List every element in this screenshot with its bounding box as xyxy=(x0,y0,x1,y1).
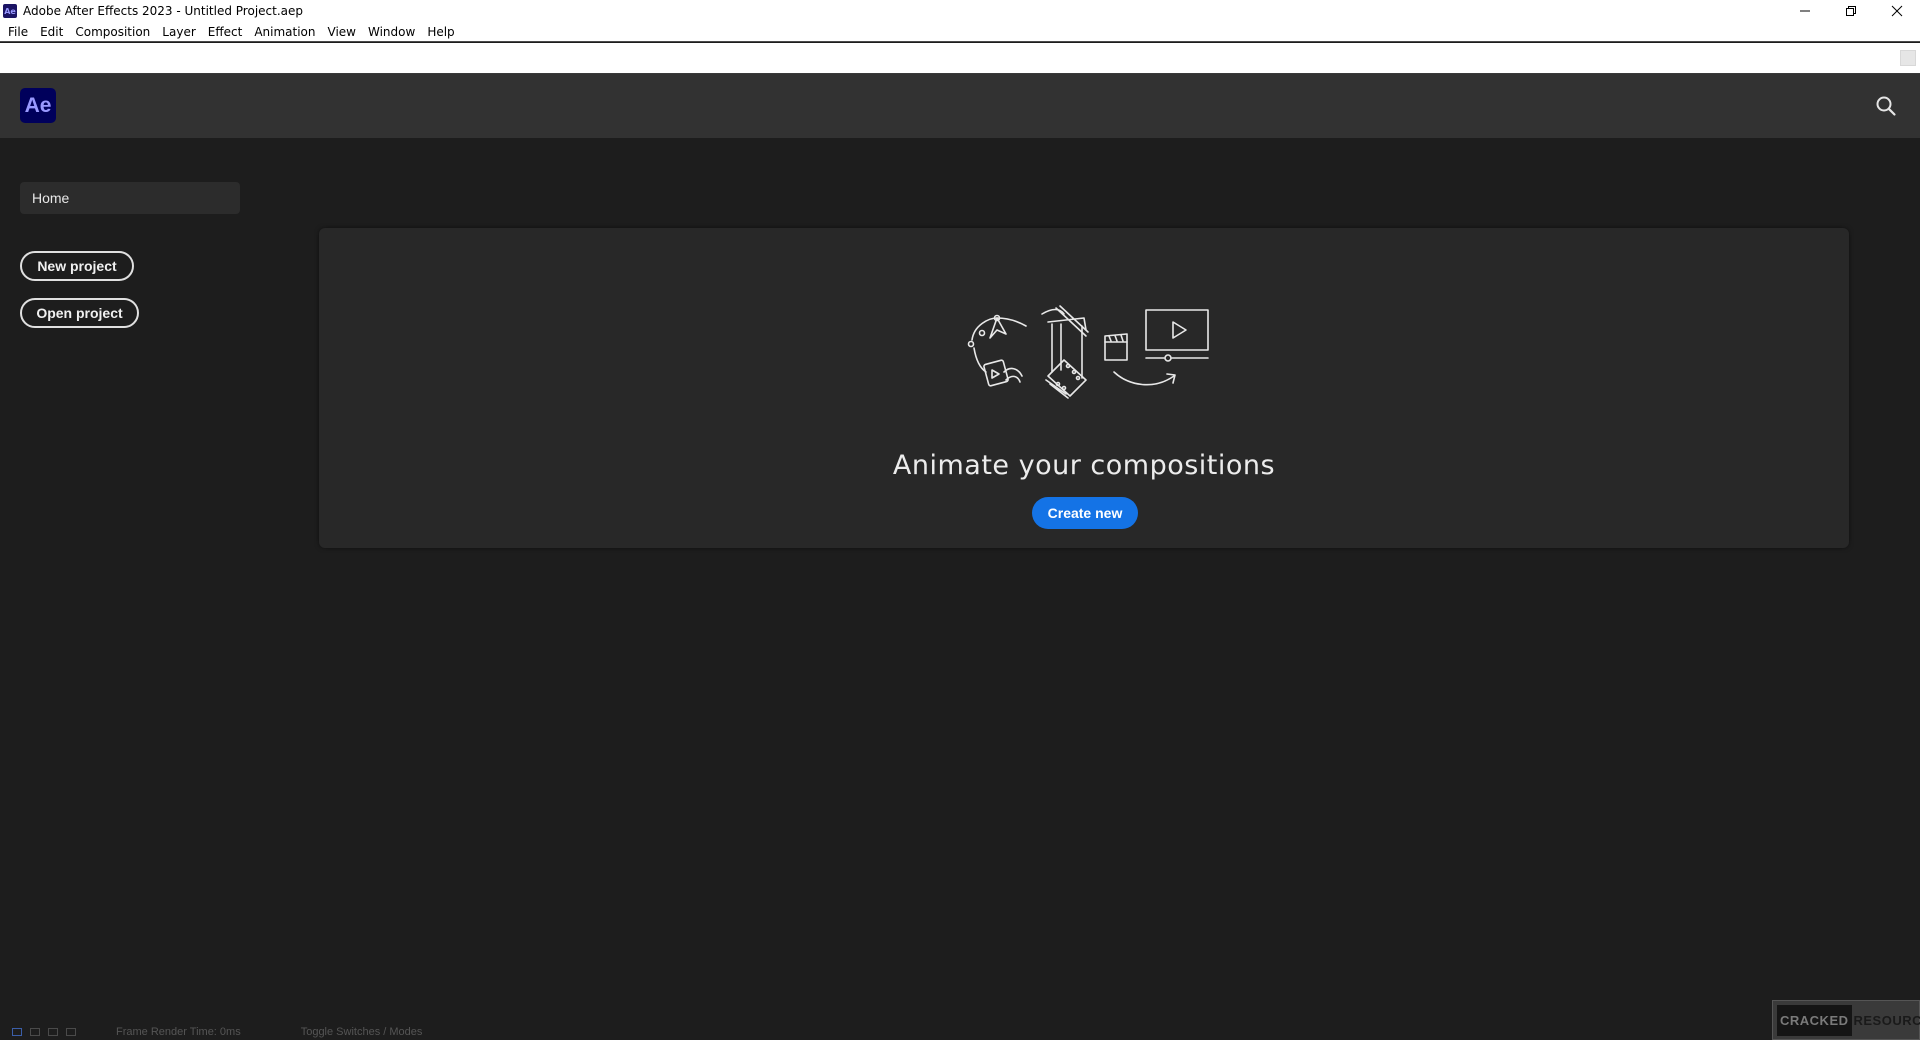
restore-button[interactable] xyxy=(1828,0,1874,22)
menu-edit[interactable]: Edit xyxy=(34,25,69,39)
home-header: Ae xyxy=(0,74,1920,138)
watermark: CRACKED RESOURCE xyxy=(1772,1000,1920,1040)
toolbar-strip xyxy=(0,43,1920,74)
watermark-part2: RESOURCE xyxy=(1853,1012,1920,1028)
menu-window[interactable]: Window xyxy=(362,25,421,39)
toggle-switches-modes[interactable]: Toggle Switches / Modes xyxy=(301,1026,423,1038)
status-icon-motion[interactable] xyxy=(66,1028,76,1036)
animation-workflow-illustration xyxy=(967,305,1209,399)
ae-logo: Ae xyxy=(20,88,56,123)
menu-layer[interactable]: Layer xyxy=(156,25,201,39)
frame-render-time: Frame Render Time: 0ms xyxy=(116,1026,241,1038)
search-button[interactable] xyxy=(1874,94,1898,118)
status-icon-grid[interactable] xyxy=(48,1028,58,1036)
minimize-button[interactable] xyxy=(1782,0,1828,22)
open-project-button[interactable]: Open project xyxy=(20,298,139,328)
menu-file[interactable]: File xyxy=(2,25,34,39)
sidebar-item-home[interactable]: Home xyxy=(20,182,240,214)
toolbar-collapse-button[interactable] xyxy=(1900,50,1916,66)
menu-bar: File Edit Composition Layer Effect Anima… xyxy=(0,22,1920,42)
menu-effect[interactable]: Effect xyxy=(202,25,249,39)
app-icon: Ae xyxy=(3,4,17,18)
close-button[interactable] xyxy=(1874,0,1920,22)
close-icon xyxy=(1891,5,1903,17)
window-title-bar: Ae Adobe After Effects 2023 - Untitled P… xyxy=(0,0,1920,22)
menu-composition[interactable]: Composition xyxy=(69,25,156,39)
new-project-button[interactable]: New project xyxy=(20,251,134,281)
create-new-button[interactable]: Create new xyxy=(1032,497,1138,529)
restore-icon xyxy=(1846,6,1856,16)
menu-help[interactable]: Help xyxy=(421,25,460,39)
status-bar: Frame Render Time: 0ms Toggle Switches /… xyxy=(0,1024,1920,1040)
watermark-part1: CRACKED xyxy=(1777,1004,1852,1036)
welcome-panel: Animate your compositions Create new xyxy=(319,228,1849,548)
menu-animation[interactable]: Animation xyxy=(248,25,321,39)
status-icon-composition[interactable] xyxy=(12,1028,22,1036)
search-icon xyxy=(1876,96,1896,116)
menu-view[interactable]: View xyxy=(322,25,362,39)
welcome-headline: Animate your compositions xyxy=(892,450,1276,481)
status-icon-layer[interactable] xyxy=(30,1028,40,1036)
minimize-icon xyxy=(1800,10,1810,12)
window-title: Adobe After Effects 2023 - Untitled Proj… xyxy=(23,4,304,18)
